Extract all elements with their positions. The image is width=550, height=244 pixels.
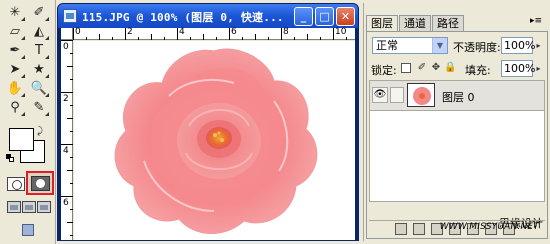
tab-paths[interactable]: 路径 — [432, 15, 464, 31]
blend-mode-value: 正常 — [376, 39, 398, 52]
rose-image — [114, 48, 318, 234]
fill-label: 填充: — [465, 64, 491, 77]
opacity-field[interactable]: 100% — [501, 37, 535, 54]
ruler-v-label: 2 — [63, 94, 69, 104]
quick-mask-mode-button[interactable] — [31, 176, 50, 191]
horizontal-ruler[interactable]: 0 2 4 6 8 10 — [73, 27, 355, 40]
close-button[interactable]: ✕ — [336, 7, 355, 26]
layer-row[interactable]: 👁 图层 0 — [370, 81, 544, 111]
close-icon: ✕ — [340, 10, 351, 23]
document-window: 115.JPG @ 100% (图层 0, 快速... _ □ ✕ 0 2 4 … — [57, 3, 359, 241]
healing-brush-icon[interactable]: ✐ — [28, 2, 50, 22]
lock-image-brush-icon[interactable]: ✐ — [416, 62, 428, 74]
palette-menu-icon[interactable]: ▸≡ — [530, 16, 544, 28]
eye-icon[interactable]: 👁 — [372, 87, 388, 103]
ruler-v-label: 0 — [63, 42, 69, 52]
custom-shape-icon[interactable]: ★ — [28, 59, 50, 79]
layer-link-cell[interactable] — [390, 87, 404, 103]
eyedropper-icon[interactable]: ⚲ — [4, 97, 26, 117]
layer-name[interactable]: 图层 0 — [442, 89, 475, 105]
image-canvas[interactable] — [74, 41, 355, 240]
document-title: 115.JPG @ 100% (图层 0, 快速... — [82, 11, 284, 24]
fill-slider-arrow-icon[interactable]: ▸ — [533, 60, 544, 77]
toolbox: ✳ ✐ ▱ ◭ ✒ T ➤ ★ ✋ 🔍 ⚲ ✎ ⤸ — [0, 0, 56, 244]
full-screen-menu-mode-button[interactable] — [22, 201, 36, 213]
zoom-icon[interactable]: 🔍 — [28, 78, 50, 98]
tab-channels[interactable]: 通道 — [399, 15, 431, 31]
layer-style-icon[interactable] — [413, 223, 425, 235]
ruler-v-label: 4 — [63, 146, 69, 156]
document-icon — [63, 9, 77, 23]
watermark-url: WWW.MISSYUAN.NET — [439, 222, 539, 232]
minimize-icon: _ — [300, 10, 307, 23]
lock-label: 锁定: — [371, 64, 397, 77]
blend-mode-select[interactable]: 正常 ▼ — [372, 37, 448, 54]
lock-transparency-checkbox[interactable] — [401, 63, 411, 73]
hand-icon[interactable]: ✋ — [4, 78, 26, 98]
opacity-label: 不透明度: — [453, 41, 501, 54]
document-titlebar[interactable]: 115.JPG @ 100% (图层 0, 快速... _ □ ✕ — [58, 4, 358, 28]
type-icon[interactable]: T — [28, 40, 50, 60]
opacity-slider-arrow-icon[interactable]: ▸ — [533, 37, 544, 54]
palette-titlebar[interactable] — [364, 3, 550, 15]
palette-tabs: 图层 通道 路径 — [366, 15, 465, 32]
eraser-icon[interactable]: ▱ — [4, 21, 26, 41]
fill-field[interactable]: 100% — [501, 60, 535, 77]
layer-thumbnail — [407, 83, 435, 107]
layers-panel: 正常 ▼ 不透明度: 100% ▸ 锁定: ✐ ✥ 🔒 填充: 100% ▸ 👁 — [366, 31, 548, 239]
full-screen-mode-button[interactable] — [37, 201, 51, 213]
ruler-h-label: 2 — [127, 27, 133, 37]
ruler-h-label: 0 — [75, 27, 81, 37]
lock-all-icon[interactable]: 🔒 — [444, 62, 456, 74]
ruler-v-label: 6 — [63, 198, 69, 208]
maximize-icon: □ — [319, 10, 330, 23]
vertical-ruler[interactable]: 0 2 4 6 — [61, 40, 73, 240]
lock-position-move-icon[interactable]: ✥ — [430, 62, 442, 74]
jump-to-imageready-button[interactable] — [12, 221, 44, 239]
imageready-icon — [22, 224, 34, 236]
ruler-h-label: 6 — [231, 27, 237, 37]
default-colors-icon[interactable] — [6, 154, 14, 162]
minimize-button[interactable]: _ — [294, 7, 313, 26]
pen-icon[interactable]: ✒ — [4, 40, 26, 60]
link-layers-icon[interactable] — [395, 223, 407, 235]
quick-mask-highlight — [26, 171, 54, 195]
ruler-h-label: 8 — [283, 27, 289, 37]
palette-bottom-bar: WWW.MISSYUAN.NET — [369, 220, 545, 236]
sharpen-icon[interactable]: ◭ — [28, 21, 50, 41]
standard-screen-mode-button[interactable] — [7, 201, 21, 213]
layers-palette: 图层 通道 路径 ▸≡ 正常 ▼ 不透明度: 100% ▸ 锁定: ✐ ✥ 🔒 … — [363, 3, 550, 241]
chevron-down-icon: ▼ — [432, 38, 447, 53]
magic-wand-icon[interactable]: ✳ — [4, 2, 26, 22]
ruler-h-label: 10 — [335, 27, 347, 37]
document-body: 0 2 4 6 8 10 0 2 4 6 — [61, 27, 355, 240]
swap-colors-icon[interactable]: ⤸ — [37, 126, 43, 137]
notes-icon[interactable]: ✎ — [28, 97, 50, 117]
foreground-color-swatch[interactable] — [9, 128, 34, 151]
ruler-origin[interactable] — [61, 28, 73, 40]
standard-mode-button[interactable] — [7, 177, 25, 191]
maximize-button[interactable]: □ — [315, 7, 334, 26]
tab-layers[interactable]: 图层 — [366, 15, 398, 32]
ruler-h-label: 4 — [179, 27, 185, 37]
path-selection-icon[interactable]: ➤ — [4, 59, 26, 79]
layer-list: 👁 图层 0 — [369, 80, 545, 202]
